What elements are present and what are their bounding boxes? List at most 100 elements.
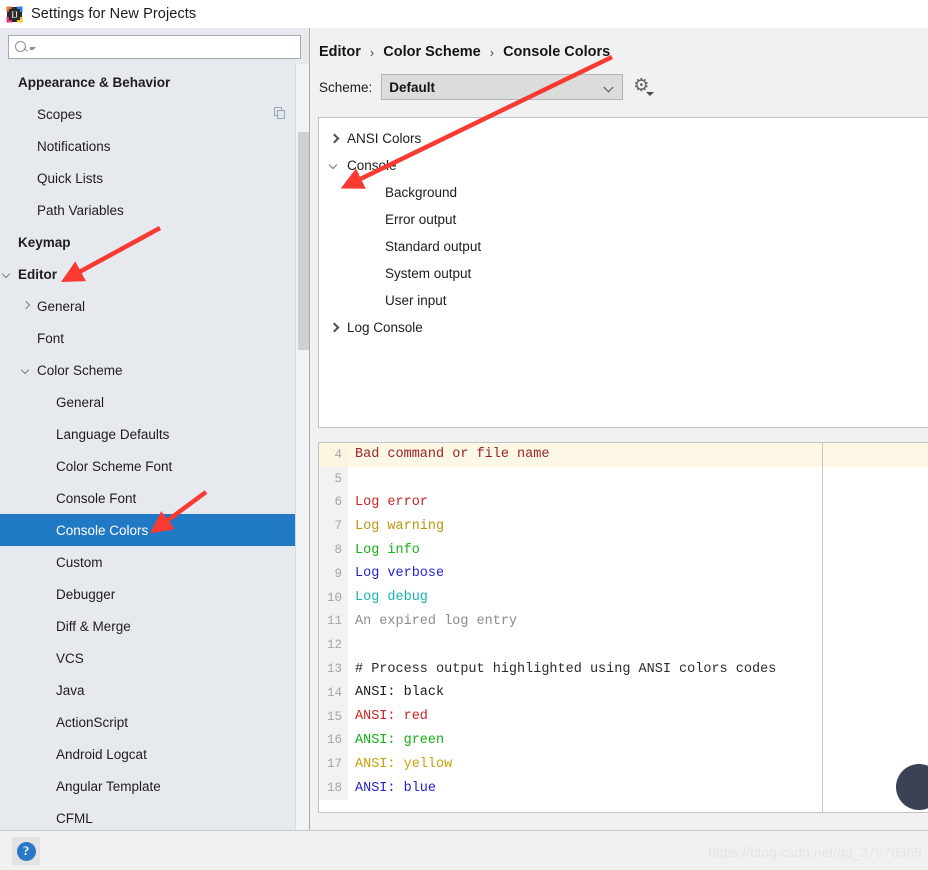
chevron-down-icon <box>646 92 655 96</box>
sidebar-item-language-defaults[interactable]: Language Defaults <box>0 418 309 450</box>
console-line-text: Log debug <box>355 590 428 606</box>
color-attributes-tree: ANSI Colors Console Background Error output… <box>318 117 928 428</box>
console-line-text: ANSI: yellow <box>355 756 453 772</box>
chevron-down-icon[interactable] <box>21 365 32 376</box>
chevron-down-icon[interactable] <box>2 269 13 280</box>
sidebar-item-color-scheme[interactable]: Color Scheme <box>0 354 309 386</box>
sidebar-item-color-scheme-font[interactable]: Color Scheme Font <box>0 450 309 482</box>
sidebar-item-quick-lists[interactable]: Quick Lists <box>0 162 309 194</box>
sidebar-item-android-logcat[interactable]: Android Logcat <box>0 738 309 770</box>
chevron-right-icon[interactable] <box>21 301 32 312</box>
sidebar-scrollbar-thumb[interactable] <box>298 132 309 350</box>
sidebar-item-label: Angular Template <box>56 778 161 794</box>
scheme-selected-value: Default <box>389 79 436 95</box>
chevron-down-icon[interactable] <box>329 160 341 172</box>
sidebar-item-label: General <box>56 394 105 410</box>
sidebar-item-font[interactable]: Font <box>0 322 309 354</box>
settings-tree: Appearance & Behavior Scopes Notifications… <box>0 63 309 830</box>
sidebar-item-actionscript[interactable]: ActionScript <box>0 706 309 738</box>
attribute-node-ansi-colors[interactable]: ANSI Colors <box>319 125 928 152</box>
line-number: 17 <box>319 752 348 777</box>
attribute-node-error-output[interactable]: Error output <box>319 206 928 233</box>
window-title: Settings for New Projects <box>31 6 197 22</box>
sidebar-item-angular-template[interactable]: Angular Template <box>0 770 309 802</box>
help-button[interactable]: ? <box>12 837 40 865</box>
console-line: 11 An expired log entry <box>319 609 928 634</box>
preview-vertical-divider <box>822 443 823 812</box>
sidebar-item-cfml[interactable]: CFML <box>0 802 309 830</box>
attribute-node-system-output[interactable]: System output <box>319 260 928 287</box>
sidebar-item-keymap[interactable]: Keymap <box>0 226 309 258</box>
search-input[interactable] <box>36 37 300 57</box>
intellij-idea-logo-icon: IJ <box>6 6 23 23</box>
attribute-node-console[interactable]: Console <box>319 152 928 179</box>
sidebar-item-diff-merge[interactable]: Diff & Merge <box>0 610 309 642</box>
sidebar-item-console-font[interactable]: Console Font <box>0 482 309 514</box>
console-line: 6 Log error <box>319 490 928 515</box>
sidebar-item-label: Android Logcat <box>56 746 147 762</box>
console-line-text: ANSI: green <box>355 732 445 748</box>
sidebar-item-editor[interactable]: Editor <box>0 258 309 290</box>
sidebar-item-label: Diff & Merge <box>56 618 131 634</box>
sidebar-item-label: Color Scheme Font <box>56 458 173 474</box>
breadcrumb-segment-1[interactable]: Editor <box>319 44 361 60</box>
sidebar-item-java[interactable]: Java <box>0 674 309 706</box>
console-line: 13 # Process output highlighted using ANS… <box>319 657 928 681</box>
window-titlebar: IJ Settings for New Projects <box>0 0 928 28</box>
scheme-settings-gear-button[interactable]: ⚙ <box>632 76 655 98</box>
search-box[interactable] <box>8 35 301 59</box>
attribute-node-user-input[interactable]: User input <box>319 287 928 314</box>
sidebar-item-scopes[interactable]: Scopes <box>0 98 309 130</box>
sidebar-item-notifications[interactable]: Notifications <box>0 130 309 162</box>
sidebar-item-console-colors[interactable]: Console Colors <box>0 514 309 546</box>
sidebar-item-vcs[interactable]: VCS <box>0 642 309 674</box>
console-line: 5 <box>319 466 928 491</box>
chevron-down-icon <box>604 84 615 91</box>
scheme-select[interactable]: Default <box>381 74 624 100</box>
chevron-right-icon[interactable] <box>329 133 341 145</box>
console-line-text <box>348 467 928 491</box>
console-preview-pane[interactable]: 4 Bad command or file name 5 6 Log error 7 Log… <box>318 442 928 813</box>
sidebar-item-path-variables[interactable]: Path Variables <box>0 194 309 226</box>
watermark-text: https://blog.csdn.net/qq_37870369 <box>708 845 922 860</box>
copy-icon[interactable] <box>274 107 287 120</box>
line-number: 16 <box>319 728 348 753</box>
sidebar-item-label: Font <box>37 330 65 346</box>
sidebar-scrollbar-track[interactable] <box>295 64 309 830</box>
attribute-node-background[interactable]: Background <box>319 179 928 206</box>
sidebar-item-custom[interactable]: Custom <box>0 546 309 578</box>
console-line: 15 ANSI: red <box>319 704 928 729</box>
console-line-text: Log verbose <box>355 566 445 582</box>
attribute-node-label: Error output <box>385 212 457 227</box>
sidebar-item-debugger[interactable]: Debugger <box>0 578 309 610</box>
line-number: 12 <box>319 633 348 658</box>
breadcrumb: Editor › Color Scheme › Console Colors <box>310 28 928 60</box>
sidebar-item-appearance-behavior[interactable]: Appearance & Behavior <box>0 66 309 98</box>
sidebar-item-label: Java <box>56 682 85 698</box>
svg-text:IJ: IJ <box>11 10 18 20</box>
breadcrumb-segment-2[interactable]: Color Scheme <box>383 44 481 60</box>
console-line: 8 Log info <box>319 538 928 562</box>
attribute-node-standard-output[interactable]: Standard output <box>319 233 928 260</box>
sidebar-item-general[interactable]: General <box>0 386 309 418</box>
chevron-right-icon[interactable] <box>329 322 341 334</box>
line-number: 6 <box>319 490 348 515</box>
attribute-node-log-console[interactable]: Log Console <box>319 314 928 341</box>
console-line: 17 ANSI: yellow <box>319 752 928 777</box>
scheme-row: Scheme: Default ⚙ <box>310 60 928 100</box>
console-line: 18 ANSI: blue <box>319 776 928 800</box>
sidebar-item-general[interactable]: General <box>0 290 309 322</box>
sidebar-item-label: Console Colors <box>56 522 149 538</box>
